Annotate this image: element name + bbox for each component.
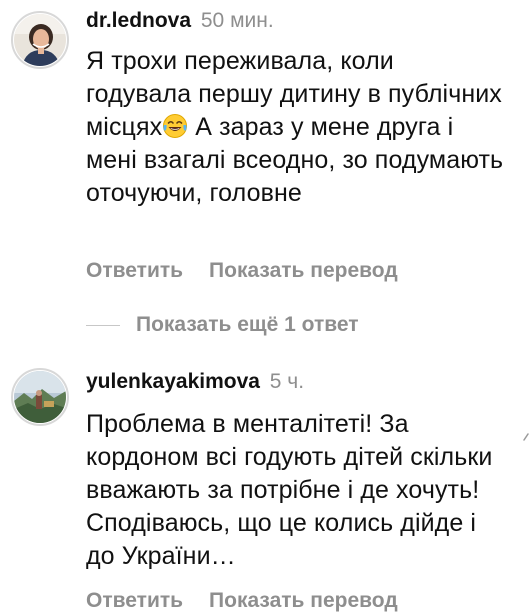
- timestamp: 5 ч.: [269, 370, 305, 393]
- username[interactable]: dr.lednova: [86, 9, 191, 32]
- comment-item: yulenkayakimova 5 ч. Проблема в менталіт…: [0, 360, 529, 612]
- comment-meta: yulenkayakimova 5 ч.: [86, 369, 304, 395]
- show-more-replies-button[interactable]: Показать ещё 1 ответ: [86, 312, 359, 338]
- avatar[interactable]: [14, 371, 66, 423]
- show-more-replies-label: Показать ещё 1 ответ: [136, 313, 359, 336]
- comment-text: Проблема в менталітеті! За кордоном всі …: [86, 410, 493, 570]
- comment-meta: dr.lednova 50 мин.: [86, 8, 274, 34]
- avatar-image: [14, 14, 66, 66]
- comment-actions: Ответить Показать перевод: [86, 588, 398, 614]
- avatar-image: [14, 371, 66, 423]
- show-translation-button[interactable]: Показать перевод: [209, 259, 398, 282]
- avatar[interactable]: [14, 14, 66, 66]
- show-translation-button[interactable]: Показать перевод: [209, 589, 398, 612]
- scroll-edge-icon: [523, 433, 529, 441]
- comment-text: Я трохи переживала, коли годувала першу …: [86, 45, 506, 210]
- face-with-tears-of-joy-icon: [163, 114, 188, 138]
- comment-item: dr.lednova 50 мин. Я трохи переживала, к…: [0, 0, 529, 300]
- reply-button[interactable]: Ответить: [86, 589, 183, 612]
- timestamp: 50 мин.: [200, 9, 274, 32]
- reply-button[interactable]: Ответить: [86, 259, 183, 282]
- comment-actions: Ответить Показать перевод: [86, 258, 398, 284]
- divider-line: [86, 324, 120, 326]
- username[interactable]: yulenkayakimova: [86, 370, 260, 393]
